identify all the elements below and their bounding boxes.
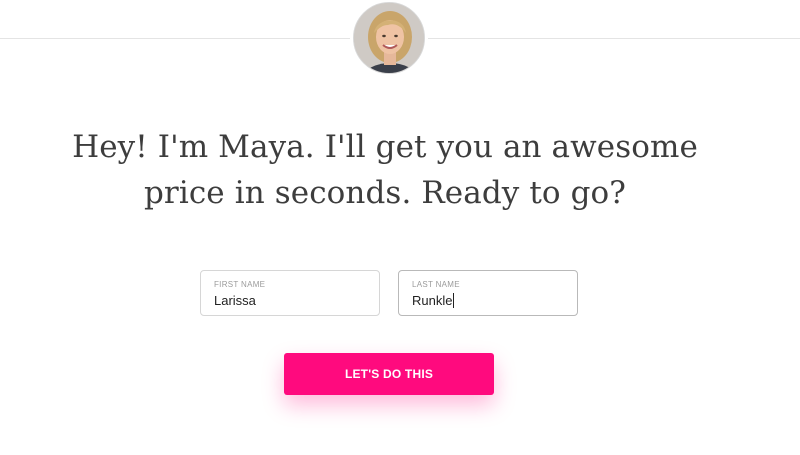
text-caret bbox=[453, 293, 455, 308]
maya-avatar-icon bbox=[354, 3, 424, 73]
first-name-field[interactable]: FIRST NAME Larissa bbox=[200, 270, 380, 316]
last-name-field[interactable]: LAST NAME Runkle bbox=[398, 270, 578, 316]
first-name-value: Larissa bbox=[214, 293, 256, 308]
intro-headline: Hey! I'm Maya. I'll get you an awesome p… bbox=[72, 129, 698, 211]
last-name-label: LAST NAME bbox=[412, 280, 460, 289]
last-name-input[interactable]: Runkle bbox=[412, 293, 455, 308]
signup-page: Hey! I'm Maya. I'll get you an awesome p… bbox=[0, 0, 800, 455]
last-name-value: Runkle bbox=[412, 293, 453, 308]
first-name-label: FIRST NAME bbox=[214, 280, 266, 289]
avatar bbox=[353, 2, 425, 74]
header-divider-right bbox=[428, 38, 800, 39]
first-name-input[interactable]: Larissa bbox=[214, 293, 256, 308]
lets-do-this-button[interactable]: LET'S DO THIS bbox=[284, 353, 494, 395]
header-divider-left bbox=[0, 38, 350, 39]
